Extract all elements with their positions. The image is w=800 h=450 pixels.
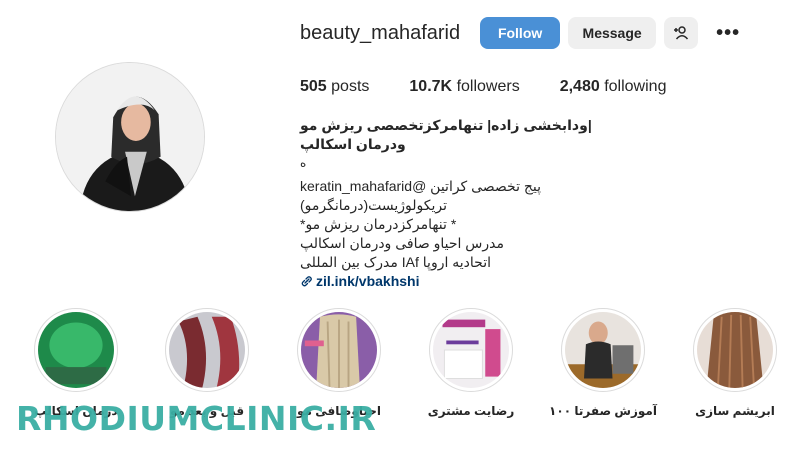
full-name: |ودابخشی زاده| تنهامرکزتخصصی ریزش مو ودر… (300, 117, 592, 152)
followers-count: 10.7K (409, 78, 453, 95)
watermark-text: RHODIUMCLINIC.IR (16, 399, 377, 438)
followers-stat[interactable]: 10.7K followers (409, 78, 519, 96)
highlight-cover-image (38, 312, 114, 388)
bio-line: * تنهامرکزدرمان ریزش مو* (300, 216, 457, 232)
highlight-item[interactable]: آموزش صفرتا ۱۰۰ (548, 308, 658, 418)
follow-button[interactable]: Follow (480, 17, 561, 49)
highlight-cover-image (433, 312, 509, 388)
highlight-cover-image (301, 312, 377, 388)
highlight-label: رضایت مشتری (427, 404, 515, 418)
followers-label: followers (456, 78, 520, 95)
profile-avatar[interactable] (55, 62, 205, 212)
bio-line: اتحادیه اروپا IAf مدرک بین المللی (300, 254, 491, 270)
avatar-image (56, 63, 204, 211)
highlight-cover-image (697, 312, 773, 388)
bio-line: تریکولوژیست(درمانگرمو) (300, 197, 448, 213)
bio-link-text: zil.ink/vbakhshi (316, 273, 420, 289)
highlight-cover-image (565, 312, 641, 388)
posts-label: posts (331, 78, 370, 95)
following-stat[interactable]: 2,480 following (560, 78, 667, 96)
following-label: following (604, 78, 667, 95)
suggested-users-button[interactable] (664, 17, 699, 49)
bio-line: مدرس احیاو صافی ودرمان اسکالپ (300, 235, 504, 251)
profile-bio: |ودابخشی زاده| تنهامرکزتخصصی ریزش مو ودر… (300, 116, 640, 291)
link-icon (301, 275, 312, 286)
posts-stat[interactable]: 505 posts (300, 78, 369, 96)
bio-link[interactable]: zil.ink/vbakhshi (300, 272, 640, 291)
message-button[interactable]: Message (568, 17, 657, 49)
profile-header: beauty_mahafarid Follow Message ••• (300, 17, 740, 49)
username: beauty_mahafarid (300, 21, 461, 44)
profile-stats: 505 posts 10.7K followers 2,480 followin… (300, 78, 706, 96)
highlight-item[interactable]: ابریشم سازی (680, 308, 790, 418)
more-icon[interactable]: ••• (716, 22, 740, 45)
posts-count: 505 (300, 78, 327, 95)
bio-line-symbol: ه (300, 156, 307, 170)
following-count: 2,480 (559, 78, 600, 95)
highlight-cover-image (169, 312, 245, 388)
add-person-icon (674, 26, 689, 40)
highlight-label: آموزش صفرتا ۱۰۰ (549, 404, 657, 418)
highlight-label: ابریشم سازی (695, 404, 775, 418)
highlight-item[interactable]: رضایت مشتری (416, 308, 526, 418)
bio-line: پیج تخصصی کراتین @keratin_mahafarid (300, 178, 542, 194)
